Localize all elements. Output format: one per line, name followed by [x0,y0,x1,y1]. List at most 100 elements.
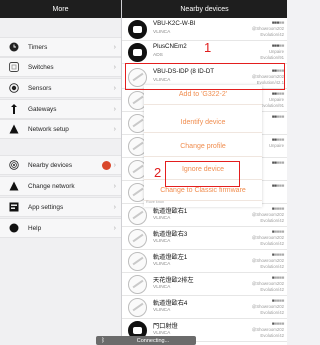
connection-status-bar: ᛒ Connecting... [96,336,196,345]
signal-strength-icon: ■■■■■ [271,183,284,188]
device-location: @Showroom202 [251,281,284,286]
device-vendor: ADS [153,53,163,58]
device-avatar [128,252,147,271]
menu-item-gateways[interactable]: Gateways › [0,99,121,119]
device-name: 軌道燈歐右4 [153,300,188,307]
switch-icon [9,62,19,72]
device-firmware: Evolution/42 [260,32,284,37]
device-status: Unpaire [268,143,284,148]
menu-item-help[interactable]: Help › [0,218,121,238]
device-name: PlusCNEm2 [153,43,187,50]
device-location: @Showroom202 [251,26,284,31]
menu-item-nearby-devices[interactable]: Nearby devices › [0,155,121,175]
device-location: @Showroom202 [251,212,284,217]
help-icon [9,223,19,233]
device-vendor: VLINCA [153,262,171,267]
device-row[interactable]: 軌道燈歐左1 VLINCA ■■■■■ @Showroom202 Evoluti… [122,250,287,273]
annotation-label-2: 2 [154,165,162,180]
device-firmware: Evolution/42 [260,264,284,269]
device-vendor: VLINCA [153,285,171,290]
device-name: 軌道燈歐右3 [153,231,188,238]
app-settings-icon [9,202,19,212]
device-vendor: VLINCA [153,30,171,35]
device-firmware: Evolution/42 [260,218,284,223]
chevron-right-icon: › [113,161,116,169]
device-firmware: Evolution/91 [260,103,284,108]
left-panel-header: More [0,0,121,18]
device-status: Unpaire [268,97,284,102]
signal-strength-icon: ■■■■■ [271,321,284,326]
highlight-box-1 [125,63,285,90]
menu-item-sensors[interactable]: Sensors › [0,78,121,98]
change-network-icon [9,181,19,191]
device-location: @Showroom202 [251,258,284,263]
menu-item-label: Switches [28,63,54,71]
signal-strength-icon: ■■■■■ [271,206,284,211]
menu-item-timers[interactable]: Timers › [0,37,121,57]
device-status: Unpaire [268,49,284,54]
menu-item-network-setup[interactable]: Network setup › [0,119,121,139]
signal-strength-icon: ■■■■■ [271,114,284,119]
menu-item-label: Sensors [28,84,52,92]
app-window: More Timers › Switches › Sensors › Gatew… [0,0,287,345]
chevron-right-icon: › [113,224,116,232]
device-avatar [128,206,147,225]
bluetooth-icon: ᛒ [101,337,105,344]
menu-item-label: Nearby devices [28,161,73,169]
identify-device-option[interactable]: Identify device [144,113,262,133]
device-firmware: Evolution/42 [260,310,284,315]
chevron-right-icon: › [113,125,116,133]
menu-item-label: Change network [28,182,75,190]
menu-item-switches[interactable]: Switches › [0,57,121,77]
device-row[interactable]: 軌道燈歐右1 VLINCA ■■■■■ @Showroom202 Evoluti… [122,204,287,227]
menu-item-label: Network setup [28,125,69,133]
chevron-right-icon: › [113,63,116,71]
device-firmware: Evolution/42 [260,241,284,246]
radar-icon [9,160,19,170]
menu-item-label: App settings [28,203,64,211]
sensor-icon [9,83,19,93]
chevron-right-icon: › [113,105,116,113]
clock-icon [9,42,19,52]
network-icon [9,124,19,134]
signal-strength-icon: ■■■■■ [271,91,284,96]
device-vendor: VLINCA [153,308,171,313]
notification-badge [101,160,111,170]
device-firmware: Evolution/91 [260,55,284,60]
device-avatar [128,43,147,62]
signal-strength-icon: ■■■■■ [271,160,284,165]
device-name: 門口射燈 [153,323,178,330]
device-firmware: Evolution/42 [260,333,284,338]
nearby-devices-header: Nearby devices [122,0,287,18]
device-row[interactable]: VBU-K2C-W-BI VLINCA ■■■■■ @Showroom202 E… [122,18,287,41]
device-avatar [128,298,147,317]
device-location: @Showroom202 [251,235,284,240]
signal-strength-icon: ■■■■■ [271,43,284,48]
device-row[interactable]: 軌道燈歐右4 VLINCA ■■■■■ @Showroom202 Evoluti… [122,296,287,319]
change-profile-option[interactable]: Change profile [144,137,262,157]
device-firmware: Evolution/42 [260,287,284,292]
device-row[interactable]: 天花燈歐2排左 VLINCA ■■■■■ @Showroom202 Evolut… [122,273,287,296]
signal-strength-icon: ■■■■■ [271,275,284,280]
menu-item-label: Help [28,224,42,232]
device-name: VBU-K2C-W-BI [153,20,196,27]
menu-item-app-settings[interactable]: App settings › [0,197,121,217]
nearby-devices-title: Nearby devices [180,5,229,13]
device-context-menu: Add to 'G322-2' Identify device Change p… [144,85,262,207]
annotation-label-1: 1 [204,40,212,55]
device-avatar [128,275,147,294]
left-panel: More Timers › Switches › Sensors › Gatew… [0,0,122,345]
signal-strength-icon: ■■■■■ [271,20,284,25]
left-panel-title: More [52,5,69,13]
device-name: 天花燈歐2排左 [153,277,194,284]
chevron-right-icon: › [113,203,116,211]
signal-strength-icon: ■■■■■ [271,252,284,257]
signal-strength-icon: ■■■■■ [271,298,284,303]
device-row[interactable]: 軌道燈歐右3 VLINCA ■■■■■ @Showroom202 Evoluti… [122,227,287,250]
device-vendor: VLINCA [153,239,171,244]
connection-status-text: Connecting... [136,337,170,344]
menu-item-change-network[interactable]: Change network › [0,176,121,196]
device-name: 軌道燈歐右1 [153,208,188,215]
device-location: @Showroom202 [251,327,284,332]
highlight-box-2 [165,161,240,187]
